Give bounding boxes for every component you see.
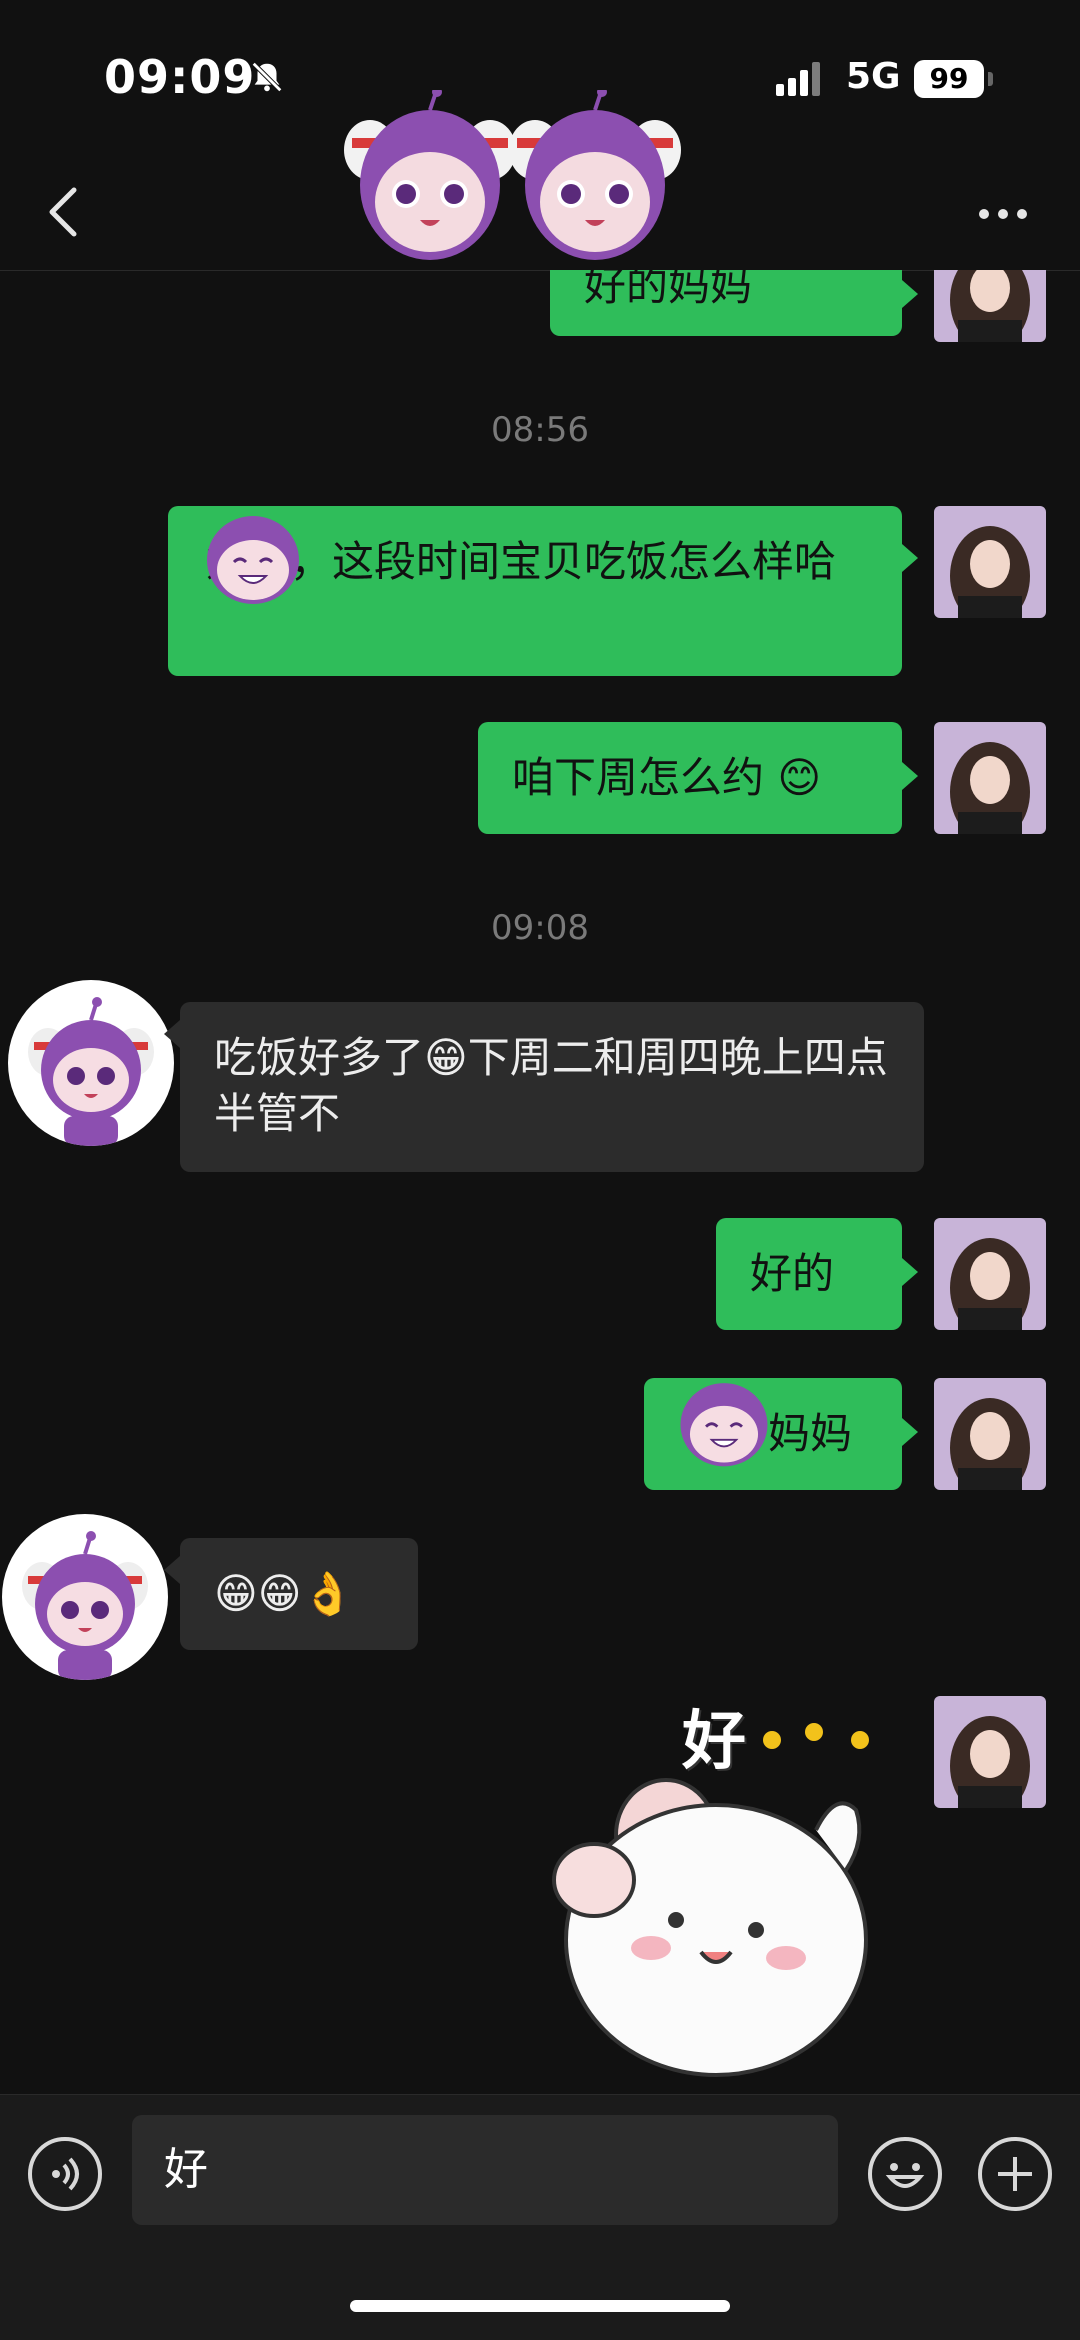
message-bubble-incoming[interactable]: 吃饭好多了😁下周二和周四晚上四点半管不	[180, 1002, 924, 1172]
bubble-tail	[164, 1556, 180, 1584]
plus-icon	[998, 2157, 1032, 2191]
bubble-tail	[902, 1258, 918, 1286]
contact-avatar[interactable]	[2, 1514, 168, 1680]
timestamp: 08:56	[491, 410, 589, 450]
mascot-sticker-icon	[207, 516, 299, 604]
message-text: 咱下周怎么约 😊	[512, 753, 822, 802]
chevron-left-icon[interactable]	[44, 182, 84, 242]
chat-history[interactable]: 好的妈妈 08:56 妈妈，这段时间宝贝吃饭怎么样哈 咱下周怎么约 😊 09:0…	[0, 270, 1080, 2090]
bunny-sticker-icon	[552, 1723, 869, 2077]
mascot-avatar-icon	[28, 997, 154, 1146]
girl-avatar-icon	[934, 506, 1046, 618]
my-avatar[interactable]	[934, 1378, 1046, 1490]
battery-icon: 99	[914, 60, 984, 98]
mascot-sticker-icon	[344, 90, 516, 260]
bubble-tail	[164, 1020, 180, 1048]
voice-button[interactable]	[28, 2137, 102, 2211]
girl-avatar-icon	[934, 1218, 1046, 1330]
emoji-button[interactable]	[868, 2137, 942, 2211]
message-text: 吃饭好多了😁下周二和周四晚上四点半管不	[214, 1033, 888, 1138]
status-time: 09:09	[104, 50, 256, 104]
emoji-icon	[885, 2163, 925, 2188]
my-avatar[interactable]	[934, 722, 1046, 834]
my-avatar[interactable]	[934, 1218, 1046, 1330]
network-label: 5G	[846, 56, 901, 97]
message-bubble-incoming[interactable]: 😁😁👌	[180, 1538, 418, 1650]
message-bubble-outgoing[interactable]: 好的	[716, 1218, 902, 1330]
bell-muted-icon	[252, 62, 282, 92]
bubble-tail	[902, 1418, 918, 1446]
my-avatar[interactable]	[934, 506, 1046, 618]
plus-button[interactable]	[978, 2137, 1052, 2211]
girl-avatar-icon	[934, 722, 1046, 834]
my-avatar[interactable]	[934, 270, 1046, 342]
girl-avatar-icon	[934, 1378, 1046, 1490]
message-bubble-outgoing[interactable]: 好的妈妈	[550, 270, 902, 336]
signal-icon	[776, 62, 826, 96]
home-indicator[interactable]	[350, 2300, 730, 2312]
girl-avatar-icon	[934, 1696, 1046, 1808]
mascot-sticker-icon	[680, 1383, 768, 1467]
sticker-message[interactable]: 好	[546, 1690, 906, 2090]
message-input[interactable]: 好	[132, 2115, 838, 2225]
my-avatar[interactable]	[934, 1696, 1046, 1808]
bubble-tail	[902, 544, 918, 572]
contact-avatar[interactable]	[8, 980, 174, 1146]
battery-tip	[988, 72, 993, 86]
message-text: 好的妈妈	[584, 270, 753, 310]
more-horizontal-icon[interactable]	[978, 204, 1028, 224]
mascot-avatar-icon	[22, 1531, 148, 1680]
message-text: 妈妈	[768, 1409, 853, 1458]
message-text: 好的	[750, 1249, 835, 1298]
message-bubble-outgoing[interactable]: 咱下周怎么约 😊	[478, 722, 902, 834]
voice-icon	[52, 2157, 79, 2191]
timestamp: 09:08	[491, 908, 589, 948]
mascot-sticker-icon	[509, 90, 681, 260]
chat-navbar	[0, 90, 1080, 271]
message-text: 😁😁👌	[214, 1569, 354, 1618]
bubble-tail	[902, 762, 918, 790]
bubble-tail	[902, 280, 918, 308]
girl-avatar-icon	[934, 270, 1046, 342]
